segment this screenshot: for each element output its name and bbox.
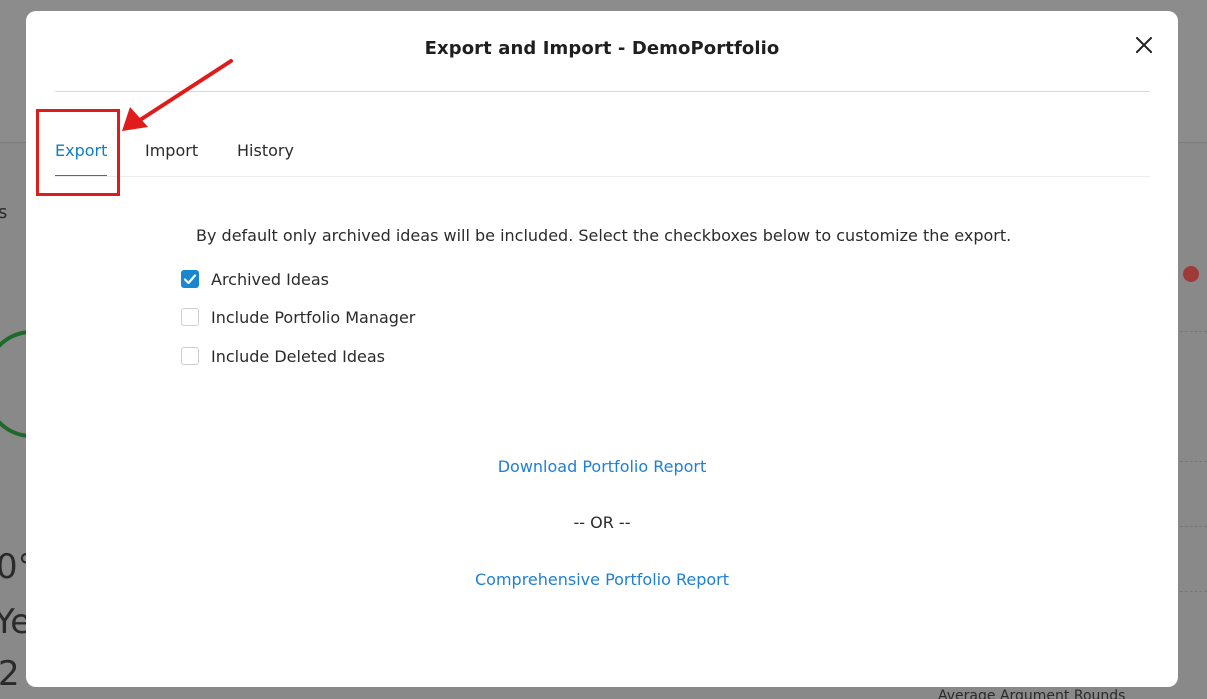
- annotation-arrow-icon: [122, 59, 233, 131]
